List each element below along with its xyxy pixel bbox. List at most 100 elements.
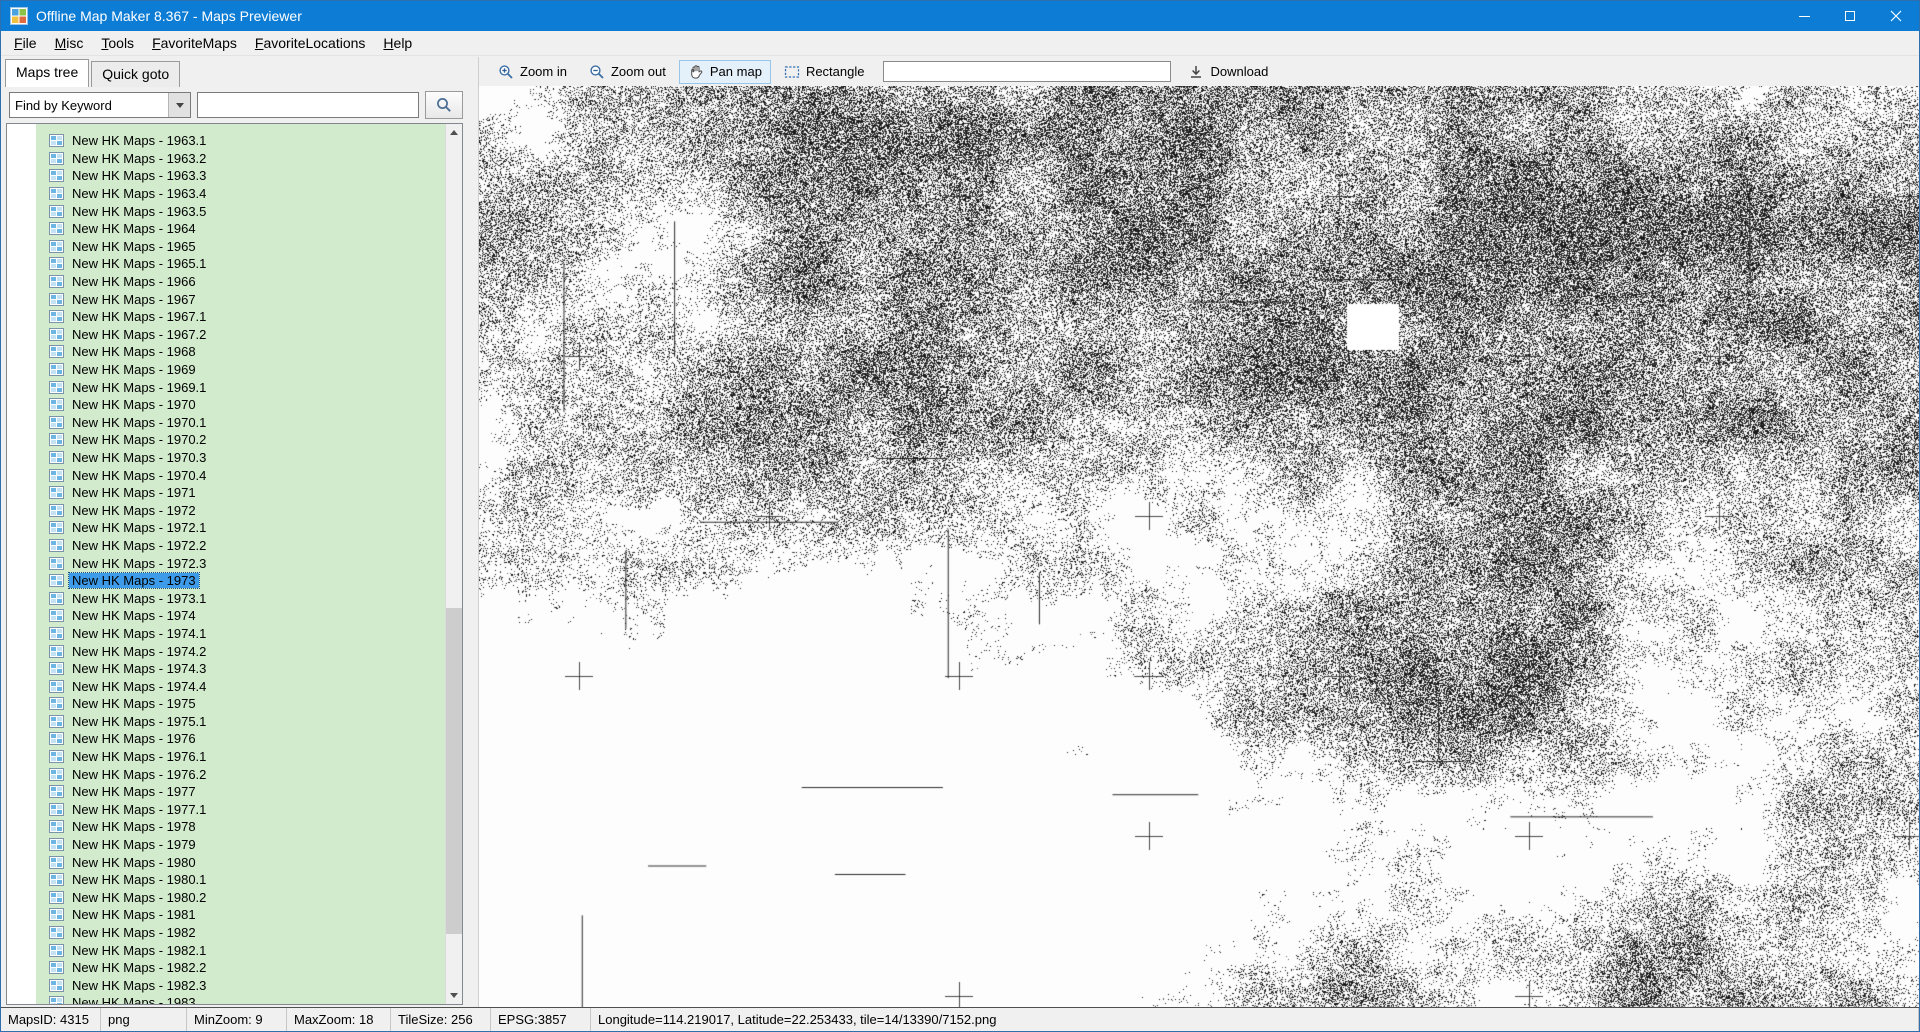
status-cell-4: TileSize: 256 — [391, 1008, 491, 1031]
tab-maps-tree[interactable]: Maps tree — [5, 59, 89, 87]
tree-item[interactable]: New HK Maps - 1963.1 — [7, 132, 445, 150]
tree-item[interactable]: New HK Maps - 1972 — [7, 501, 445, 519]
tree-item-label: New HK Maps - 1972.1 — [69, 520, 209, 535]
tree-item[interactable]: New HK Maps - 1967.1 — [7, 308, 445, 326]
tree-item[interactable]: New HK Maps - 1982.3 — [7, 977, 445, 995]
map-layer-icon — [49, 838, 64, 851]
find-mode-dropdown[interactable]: Find by Keyword — [9, 92, 191, 118]
title-bar[interactable]: Offline Map Maker 8.367 - Maps Previewer — [1, 1, 1919, 31]
tree-item[interactable]: New HK Maps - 1972.1 — [7, 519, 445, 537]
tree-item[interactable]: New HK Maps - 1974.1 — [7, 625, 445, 643]
tree-item[interactable]: New HK Maps - 1963.3 — [7, 167, 445, 185]
menu-item-favoritemaps[interactable]: FavoriteMaps — [143, 32, 246, 54]
tree-item[interactable]: New HK Maps - 1973 — [7, 572, 445, 590]
tree-item[interactable]: New HK Maps - 1970.3 — [7, 449, 445, 467]
tab-quick-goto[interactable]: Quick goto — [91, 61, 180, 87]
sidebar-tabs: Maps tree Quick goto — [5, 59, 471, 86]
tree-item[interactable]: New HK Maps - 1977.1 — [7, 801, 445, 819]
tree-item[interactable]: New HK Maps - 1972.3 — [7, 554, 445, 572]
pan-map-button[interactable]: Pan map — [679, 60, 771, 84]
tree-item[interactable]: New HK Maps - 1982.2 — [7, 959, 445, 977]
tree-item[interactable]: New HK Maps - 1980 — [7, 853, 445, 871]
search-input[interactable] — [197, 92, 419, 118]
tree-item[interactable]: New HK Maps - 1969.1 — [7, 378, 445, 396]
map-layer-icon — [49, 574, 64, 587]
tree-item-label: New HK Maps - 1976.2 — [69, 767, 209, 782]
rectangle-label: Rectangle — [806, 64, 865, 79]
tree-item[interactable]: New HK Maps - 1969 — [7, 361, 445, 379]
tree-item-label: New HK Maps - 1966 — [69, 274, 199, 289]
tree-item[interactable]: New HK Maps - 1974.4 — [7, 677, 445, 695]
tree-item[interactable]: New HK Maps - 1982.1 — [7, 941, 445, 959]
tree-item[interactable]: New HK Maps - 1963.2 — [7, 150, 445, 168]
tree-item[interactable]: New HK Maps - 1976.2 — [7, 765, 445, 783]
tree-item[interactable]: New HK Maps - 1982 — [7, 924, 445, 942]
tree-item[interactable]: New HK Maps - 1974.2 — [7, 642, 445, 660]
tree-item[interactable]: New HK Maps - 1981 — [7, 906, 445, 924]
tree-item-label: New HK Maps - 1970.1 — [69, 415, 209, 430]
tree-item[interactable]: New HK Maps - 1974.3 — [7, 660, 445, 678]
tree-item[interactable]: New HK Maps - 1976.1 — [7, 748, 445, 766]
search-button[interactable] — [425, 91, 463, 119]
maximize-button[interactable] — [1827, 1, 1873, 31]
menu-item-misc[interactable]: Misc — [46, 32, 93, 54]
tree-item[interactable]: New HK Maps - 1965.1 — [7, 255, 445, 273]
tree-item[interactable]: New HK Maps - 1967 — [7, 290, 445, 308]
tree-item[interactable]: New HK Maps - 1977 — [7, 783, 445, 801]
map-layer-icon — [49, 257, 64, 270]
download-button[interactable]: Download — [1179, 60, 1277, 84]
dropdown-button[interactable] — [168, 93, 190, 117]
scroll-down-button[interactable] — [446, 987, 462, 1004]
tree-item-label: New HK Maps - 1969.1 — [69, 380, 209, 395]
tree-item[interactable]: New HK Maps - 1975 — [7, 695, 445, 713]
tree-item[interactable]: New HK Maps - 1980.2 — [7, 889, 445, 907]
tree-item[interactable]: New HK Maps - 1975.1 — [7, 713, 445, 731]
menu-item-help[interactable]: Help — [374, 32, 421, 54]
tree-item-label: New HK Maps - 1963.5 — [69, 204, 209, 219]
menu-item-favoritelocations[interactable]: FavoriteLocations — [246, 32, 375, 54]
tree-item[interactable]: New HK Maps - 1968 — [7, 343, 445, 361]
tree-item[interactable]: New HK Maps - 1976 — [7, 730, 445, 748]
tree-item[interactable]: New HK Maps - 1963.4 — [7, 185, 445, 203]
toolbar-text-input[interactable] — [883, 61, 1171, 82]
panel-splitter[interactable] — [471, 57, 479, 1007]
tree-item-label: New HK Maps - 1965.1 — [69, 256, 209, 271]
tree-item[interactable]: New HK Maps - 1970.2 — [7, 431, 445, 449]
tree-item[interactable]: New HK Maps - 1979 — [7, 836, 445, 854]
zoom-out-button[interactable]: Zoom out — [580, 60, 675, 84]
tree-item[interactable]: New HK Maps - 1966 — [7, 273, 445, 291]
close-button[interactable] — [1873, 1, 1919, 31]
map-canvas[interactable] — [479, 86, 1919, 1007]
menu-item-file[interactable]: File — [5, 32, 46, 54]
tree-item[interactable]: New HK Maps - 1965 — [7, 238, 445, 256]
tree-item-label: New HK Maps - 1974.4 — [69, 679, 209, 694]
tree-item[interactable]: New HK Maps - 1970 — [7, 396, 445, 414]
tree-item[interactable]: New HK Maps - 1967.2 — [7, 326, 445, 344]
find-mode-value: Find by Keyword — [10, 98, 168, 113]
hand-icon — [688, 64, 704, 80]
tree-item-label: New HK Maps - 1980.1 — [69, 872, 209, 887]
tree-item[interactable]: New HK Maps - 1970.4 — [7, 466, 445, 484]
tree-item[interactable]: New HK Maps - 1978 — [7, 818, 445, 836]
tree-item[interactable]: New HK Maps - 1974 — [7, 607, 445, 625]
zoom-in-button[interactable]: Zoom in — [489, 60, 576, 84]
tree-item[interactable]: New HK Maps - 1963.5 — [7, 202, 445, 220]
tree-item[interactable]: New HK Maps - 1983 — [7, 994, 445, 1005]
map-layer-icon — [49, 222, 64, 235]
map-layer-icon — [49, 592, 64, 605]
sidebar: Maps tree Quick goto Find by Keyword — [1, 57, 471, 1007]
tree-item[interactable]: New HK Maps - 1970.1 — [7, 414, 445, 432]
tree-item[interactable]: New HK Maps - 1973.1 — [7, 589, 445, 607]
scrollbar-thumb[interactable] — [446, 608, 462, 934]
tree-item[interactable]: New HK Maps - 1964 — [7, 220, 445, 238]
tree-item[interactable]: New HK Maps - 1972.2 — [7, 537, 445, 555]
tree-item[interactable]: New HK Maps - 1971 — [7, 484, 445, 502]
tree-item-label: New HK Maps - 1974 — [69, 608, 199, 623]
menu-item-tools[interactable]: Tools — [92, 32, 143, 54]
tree-item[interactable]: New HK Maps - 1980.1 — [7, 871, 445, 889]
scroll-up-button[interactable] — [446, 124, 462, 141]
tree-scrollbar[interactable] — [445, 124, 462, 1004]
download-label: Download — [1210, 64, 1268, 79]
minimize-button[interactable] — [1781, 1, 1827, 31]
rectangle-button[interactable]: Rectangle — [775, 60, 874, 84]
